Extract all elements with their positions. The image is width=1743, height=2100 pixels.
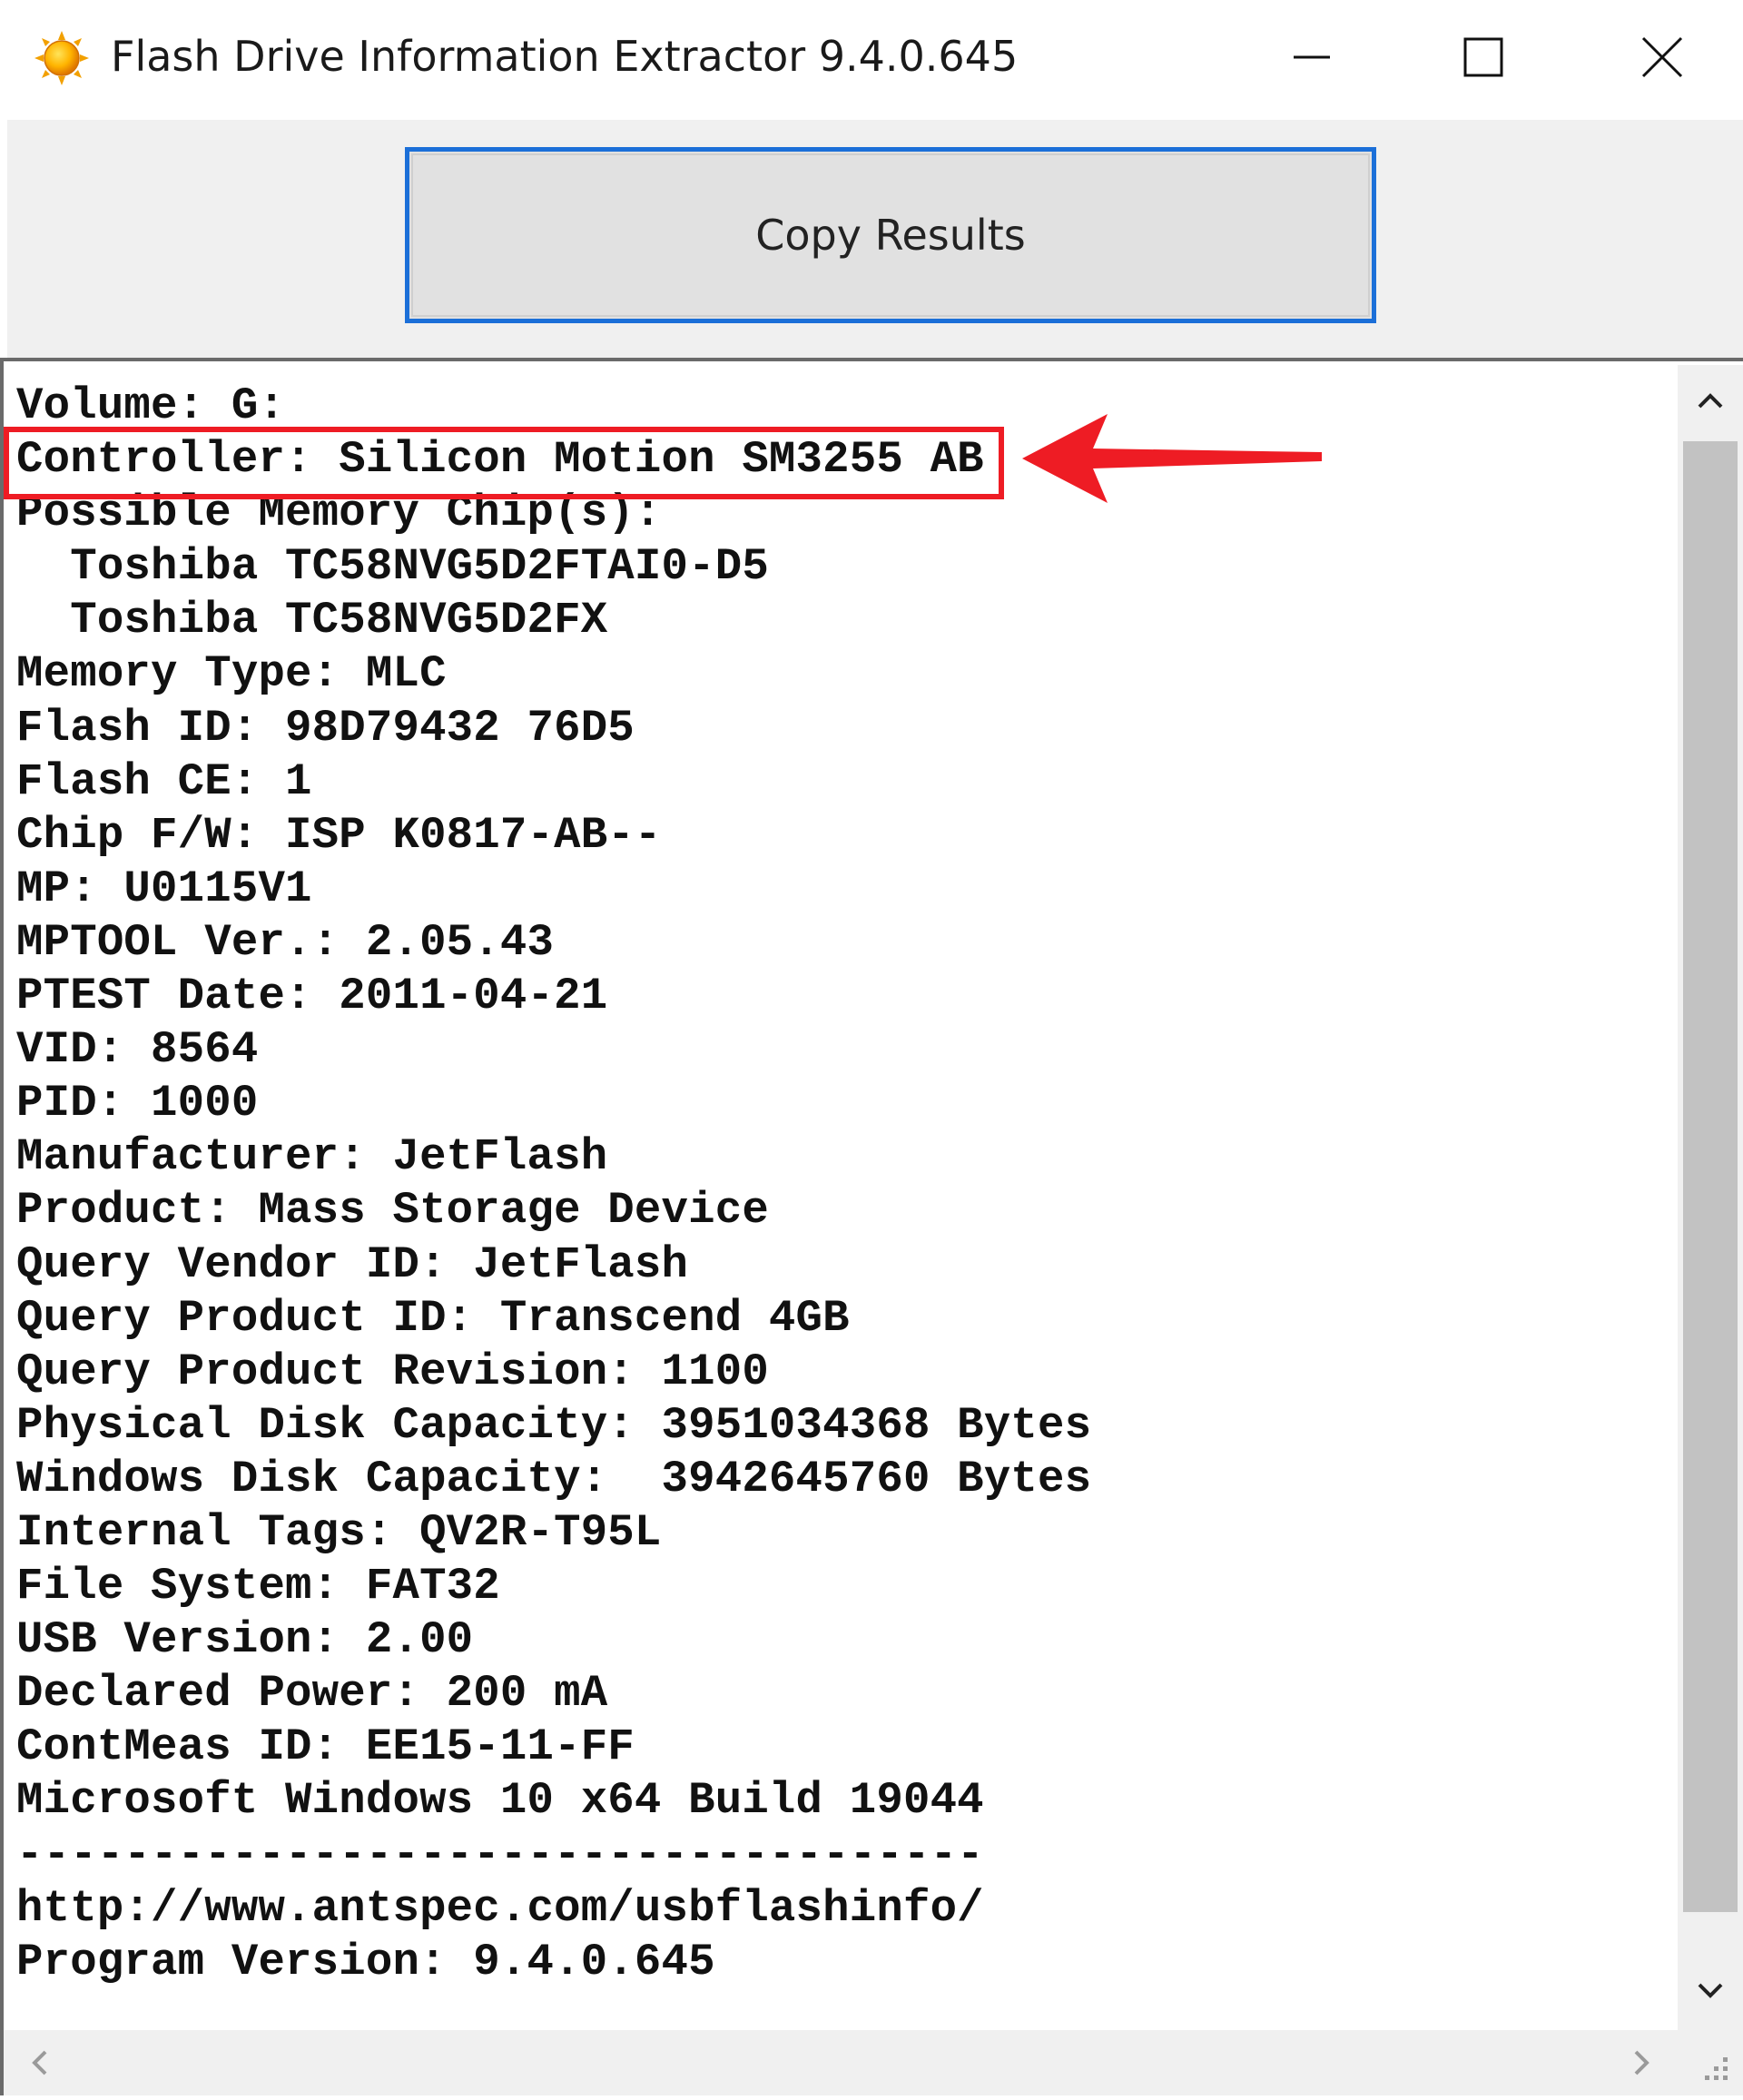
result-line: MP: U0115V1 [16,863,312,914]
results-textbox[interactable]: Volume: G: Controller: Silicon Motion SM3… [0,358,1743,2095]
result-line: ContMeas ID: EE15-11-FF [16,1721,635,1773]
result-line: Query Vendor ID: JetFlash [16,1238,689,1290]
result-line: PTEST Date: 2011-04-21 [16,971,608,1022]
result-line: Query Product Revision: 1100 [16,1346,769,1397]
result-line: Flash ID: 98D79432 76D5 [16,702,635,754]
chevron-down-icon [1698,1983,1723,1998]
resize-grip-icon [1705,2057,1728,2080]
vertical-scrollbar[interactable] [1678,365,1743,2030]
result-line: Query Product ID: Transcend 4GB [16,1292,850,1344]
maximize-icon [1463,37,1503,77]
maximize-button[interactable] [1433,18,1532,96]
result-line: Toshiba TC58NVG5D2FTAI0-D5 [16,541,769,593]
result-line: http://www.antspec.com/usbflashinfo/ [16,1882,984,1934]
chevron-up-icon [1698,393,1723,409]
results-content[interactable]: Volume: G: Controller: Silicon Motion SM3… [16,380,1669,2023]
horizontal-scrollbar[interactable] [4,2030,1678,2095]
result-line: MPTOOL Ver.: 2.05.43 [16,916,555,968]
sun-icon [34,31,89,85]
result-line: USB Version: 2.00 [16,1614,474,1666]
result-line: Manufacturer: JetFlash [16,1131,608,1183]
scroll-left-button[interactable] [4,2030,74,2095]
horizontal-scroll-track[interactable] [80,2036,1601,2090]
close-icon [1641,36,1683,78]
result-line: Physical Disk Capacity: 3951034368 Bytes [16,1399,1092,1451]
highlight-box [4,427,1004,499]
minimize-icon [1294,55,1330,59]
result-line: Chip F/W: ISP K0817-AB-- [16,809,662,861]
result-line: Windows Disk Capacity: 3942645760 Bytes [16,1453,1092,1504]
title-bar: Flash Drive Information Extractor 9.4.0.… [0,0,1743,116]
arrow-annotation-icon [1022,414,1322,503]
chevron-left-icon [32,2050,47,2075]
resize-grip[interactable] [1678,2030,1743,2095]
scroll-right-button[interactable] [1607,2030,1678,2095]
result-line: ------------------------------------ [16,1829,984,1880]
result-line: Volume: G: [16,380,286,431]
result-line: File System: FAT32 [16,1561,500,1612]
window-title: Flash Drive Information Extractor 9.4.0.… [111,32,1019,81]
result-line: VID: 8564 [16,1024,259,1076]
vertical-scroll-thumb[interactable] [1683,441,1738,1912]
result-line: Flash CE: 1 [16,755,312,807]
close-button[interactable] [1610,18,1710,96]
minimize-button[interactable] [1262,18,1362,96]
result-line: PID: 1000 [16,1078,259,1129]
chevron-right-icon [1634,2050,1649,2075]
result-line: Memory Type: MLC [16,648,447,700]
result-line: Declared Power: 200 mA [16,1668,608,1720]
result-line: Program Version: 9.4.0.645 [16,1936,715,1987]
scroll-up-button[interactable] [1678,365,1743,436]
copy-results-button[interactable]: Copy Results [405,147,1376,323]
result-line: Product: Mass Storage Device [16,1185,769,1237]
result-line: Internal Tags: QV2R-T95L [16,1506,662,1558]
result-line: Toshiba TC58NVG5D2FX [16,595,608,646]
result-line: Microsoft Windows 10 x64 Build 19044 [16,1775,984,1827]
scroll-down-button[interactable] [1678,1956,1743,2026]
